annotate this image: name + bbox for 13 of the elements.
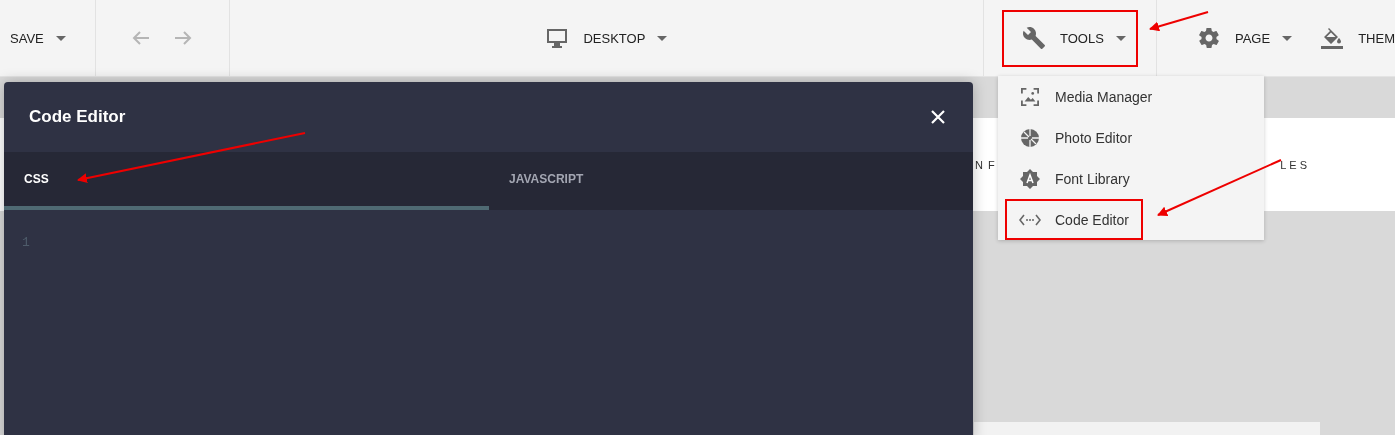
- editor-tab[interactable]: JAVASCRIPT: [489, 152, 973, 210]
- nav-text: N F: [975, 158, 996, 171]
- device-dropdown[interactable]: DESKTOP: [545, 18, 668, 58]
- nav-text: LES: [1280, 158, 1310, 171]
- theme-dropdown[interactable]: THEM: [1320, 18, 1395, 58]
- editor-tab[interactable]: CSS: [4, 152, 489, 210]
- tools-dropdown[interactable]: TOOLS: [1002, 9, 1138, 67]
- save-button[interactable]: SAVE: [10, 18, 66, 58]
- menu-item[interactable]: Font Library: [998, 158, 1264, 199]
- page-dropdown[interactable]: PAGE: [1197, 18, 1293, 58]
- dialog-title: Code Editor: [29, 107, 126, 127]
- menu-item[interactable]: Photo Editor: [998, 117, 1264, 158]
- menu-item[interactable]: Media Manager: [998, 76, 1264, 117]
